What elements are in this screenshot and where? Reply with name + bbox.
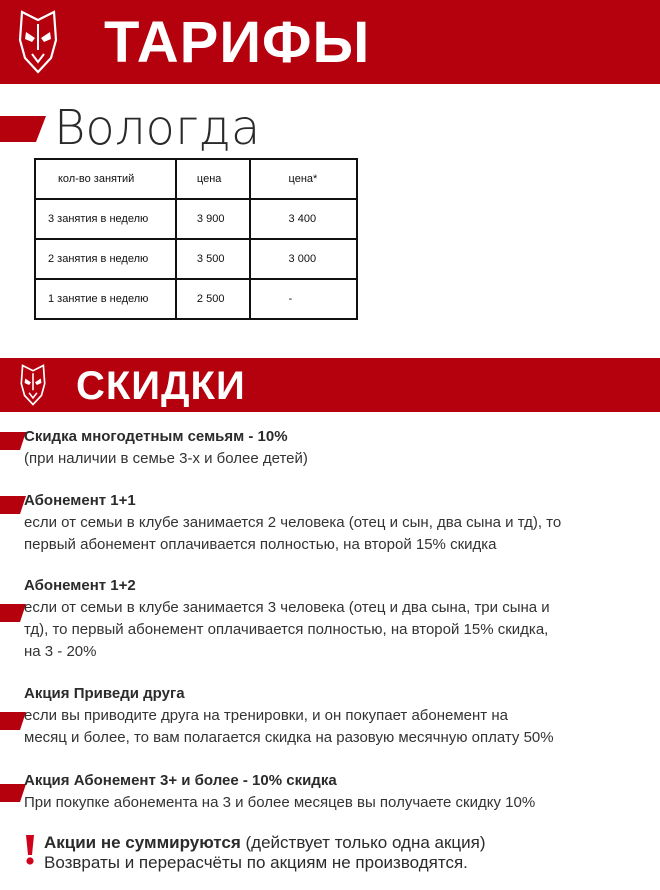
table-cell: 2 занятия в неделю xyxy=(34,238,177,280)
offer-title: Абонемент 1+2 xyxy=(24,577,136,594)
city-marker xyxy=(0,116,46,142)
discounts-title: СКИДКИ xyxy=(76,364,246,408)
offer-item: Акция Абонемент 3+ и более - 10% скидка … xyxy=(24,770,654,814)
offer-item: Абонемент 1+1 если от семьи в клубе зани… xyxy=(24,490,654,556)
table-cell: - xyxy=(248,278,359,320)
offer-text: (при наличии в семье 3-х и более детей) xyxy=(24,450,308,467)
offer-text: если от семьи в клубе занимается 3 челов… xyxy=(24,599,550,616)
offer-text: если от семьи в клубе занимается 2 челов… xyxy=(24,514,562,531)
discounts-banner: СКИДКИ xyxy=(0,358,660,412)
offer-text: тд), то первый абонемент оплачивается по… xyxy=(24,621,549,638)
offer-item: Акция Приведи друга если вы приводите др… xyxy=(24,683,654,749)
notice-line: Акции не суммируются (действует только о… xyxy=(44,832,486,854)
offer-marker xyxy=(0,496,26,514)
table-cell: 1 занятие в неделю xyxy=(34,278,177,320)
column-header: цена xyxy=(174,158,251,200)
offer-title: Абонемент 1+1 xyxy=(24,492,136,509)
city-name: Вологда xyxy=(54,100,261,156)
exclamation-icon xyxy=(26,835,34,865)
offer-marker xyxy=(0,432,26,450)
offer-title: Скидка многодетным семьям - 10% xyxy=(24,428,288,445)
table-cell: 3 900 xyxy=(174,198,251,240)
notice-rest: (действует только одна акция) xyxy=(240,833,486,852)
offer-text: месяц и более, то вам полагается скидка … xyxy=(24,729,554,746)
page-title: ТАРИФЫ xyxy=(104,10,371,75)
notice-line-2: Возвраты и перерасчёты по акциям не прои… xyxy=(44,853,468,872)
offer-text: При покупке абонемента на 3 и более меся… xyxy=(24,794,536,811)
offer-text: если вы приводите друга на тренировки, и… xyxy=(24,707,508,724)
price-table: кол-во занятий цена цена* 3 занятия в не… xyxy=(34,158,359,320)
table-header-row: кол-во занятий цена цена* xyxy=(34,158,359,200)
notice-bold: Акции не суммируются xyxy=(44,833,241,852)
offer-marker xyxy=(0,604,26,622)
column-header: цена* xyxy=(248,158,359,200)
column-header: кол-во занятий xyxy=(34,158,177,200)
table-cell: 3 400 xyxy=(248,198,359,240)
table-row: 1 занятие в неделю 2 500 - xyxy=(34,278,359,320)
offer-text: на 3 - 20% xyxy=(24,643,97,660)
offer-text: первый абонемент оплачивается полностью,… xyxy=(24,536,497,553)
table-cell: 2 500 xyxy=(174,278,251,320)
offer-title: Акция Абонемент 3+ и более - 10% скидка xyxy=(24,772,337,789)
offer-marker xyxy=(0,712,26,730)
warrior-mask-icon xyxy=(20,364,46,406)
offer-item: Абонемент 1+2 если от семьи в клубе зани… xyxy=(24,575,654,663)
tariffs-banner: ТАРИФЫ xyxy=(0,0,660,84)
table-cell: 3 500 xyxy=(174,238,251,280)
warrior-mask-icon xyxy=(18,10,58,74)
table-cell: 3 занятия в неделю xyxy=(34,198,177,240)
table-row: 2 занятия в неделю 3 500 3 000 xyxy=(34,238,359,280)
offer-marker xyxy=(0,784,26,802)
offer-item: Скидка многодетным семьям - 10% (при нал… xyxy=(24,426,654,470)
offer-title: Акция Приведи друга xyxy=(24,685,185,702)
table-row: 3 занятия в неделю 3 900 3 400 xyxy=(34,198,359,240)
table-cell: 3 000 xyxy=(248,238,359,280)
